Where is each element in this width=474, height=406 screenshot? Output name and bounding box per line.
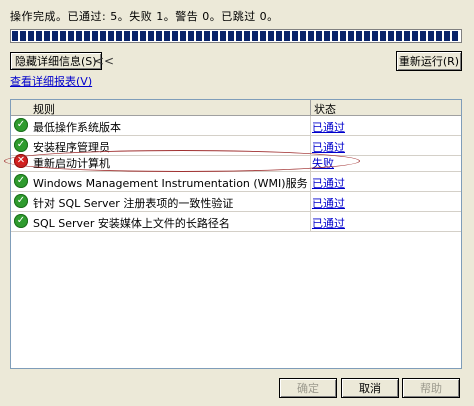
error-icon: ✕ [14,154,28,168]
check-icon: ✓ [14,194,28,208]
rule-status-link[interactable]: 已通过 [312,195,345,211]
rule-name: 针对 SQL Server 注册表项的一致性验证 [33,197,234,210]
rules-list: 规则 状态 ✓ 最低操作系统版本 已通过 ✓ 安装程序管理员 已通过 ✕ 重新启… [10,99,462,369]
rule-status-link[interactable]: 已通过 [312,119,345,135]
table-row[interactable]: ✓ Windows Management Instrumentation (WM… [11,172,461,192]
collapse-chevron-icon[interactable]: << [94,52,114,70]
column-divider [310,172,311,191]
table-row[interactable]: ✕ 重新启动计算机 失败 [11,152,461,172]
operation-status-text: 操作完成。已通过: 5。失败 1。警告 0。已跳过 0。 [10,10,279,23]
column-header-status[interactable]: 状态 [314,101,336,117]
column-divider [310,116,311,135]
progress-bar-fill [12,31,460,41]
check-icon: ✓ [14,214,28,228]
rule-name: Windows Management Instrumentation (WMI)… [33,177,308,190]
table-row[interactable]: ✓ 针对 SQL Server 注册表项的一致性验证 已通过 [11,192,461,212]
view-detailed-report-link[interactable]: 查看详细报表(V) [10,73,92,89]
progress-bar [10,29,462,43]
table-row[interactable]: ✓ SQL Server 安装媒体上文件的长路径名 已通过 [11,212,461,232]
column-divider[interactable] [310,100,311,115]
check-icon: ✓ [14,174,28,188]
hide-details-button[interactable]: 隐藏详细信息(S) [10,52,102,70]
column-divider [310,192,311,211]
ok-button[interactable]: 确定 [279,378,337,398]
rule-status-link[interactable]: 失败 [312,155,334,171]
help-button[interactable]: 帮助 [402,378,460,398]
list-header: 规则 状态 [11,100,461,116]
column-divider [310,212,311,231]
rule-name: SQL Server 安装媒体上文件的长路径名 [33,217,230,230]
table-row[interactable]: ✓ 最低操作系统版本 已通过 [11,116,461,136]
rule-status-link[interactable]: 已通过 [312,175,345,191]
rule-status-link[interactable]: 已通过 [312,215,345,231]
cancel-button[interactable]: 取消 [341,378,399,398]
rule-name: 重新启动计算机 [33,157,110,170]
rerun-button[interactable]: 重新运行(R) [396,51,462,71]
rule-name: 最低操作系统版本 [33,121,121,134]
column-header-rule[interactable]: 规则 [33,101,55,117]
check-icon: ✓ [14,118,28,132]
check-icon: ✓ [14,138,28,152]
column-divider [310,152,311,171]
